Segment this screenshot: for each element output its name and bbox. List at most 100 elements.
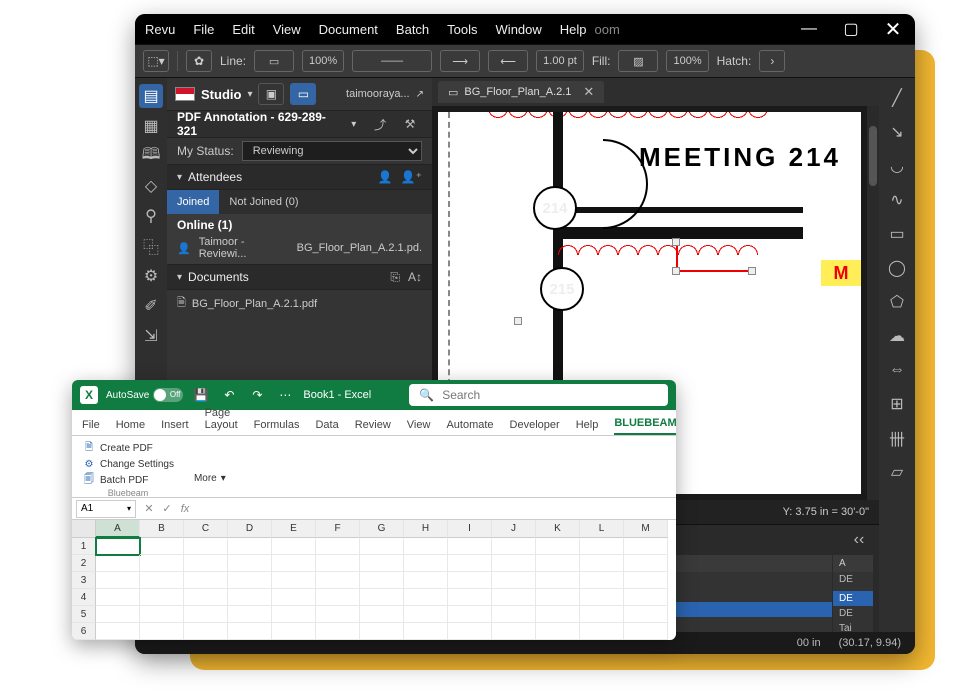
settings-panel-icon[interactable]: ⚙ [139, 264, 163, 288]
cell[interactable] [316, 538, 360, 555]
col-header[interactable]: E [272, 520, 316, 538]
tab-home[interactable]: Home [116, 419, 145, 435]
chevron-down-icon[interactable]: ▾ [127, 504, 131, 513]
cell[interactable] [404, 623, 448, 640]
row-header[interactable]: 4 [72, 589, 96, 606]
cell[interactable] [360, 623, 404, 640]
select-all-corner[interactable] [72, 520, 96, 538]
cell[interactable] [536, 572, 580, 589]
change-settings-button[interactable]: ⚙Change Settings [82, 456, 174, 472]
session-settings-icon[interactable]: ⚒ [398, 112, 422, 136]
col-header[interactable]: M [624, 520, 668, 538]
bookmarks-panel-icon[interactable]: 🕮 [139, 144, 163, 168]
cell[interactable] [360, 606, 404, 623]
studio-panel-icon[interactable]: ▤ [139, 84, 163, 108]
count-tool-icon[interactable]: ⊞ [885, 392, 909, 416]
cell[interactable] [448, 538, 492, 555]
cell[interactable] [492, 572, 536, 589]
col-header[interactable]: J [492, 520, 536, 538]
menu-help[interactable]: Help [560, 22, 587, 37]
cell[interactable] [624, 538, 668, 555]
cell[interactable] [404, 555, 448, 572]
cell[interactable] [228, 623, 272, 640]
arrow-tool-icon[interactable]: ↘ [885, 120, 909, 144]
cell[interactable] [536, 623, 580, 640]
selection-handle[interactable] [672, 267, 680, 275]
cloud-markup-top[interactable] [488, 112, 768, 124]
polygon-tool-icon[interactable]: ⬠ [885, 290, 909, 314]
doc-tab-close-icon[interactable]: ✕ [583, 84, 594, 100]
add-attendee-icon[interactable]: 👤⁺ [401, 170, 422, 184]
tab-automate[interactable]: Automate [446, 419, 493, 435]
minimize-button[interactable]: — [797, 17, 821, 41]
attendee-row[interactable]: 👤 Taimoor - Reviewi... BG_Floor_Plan_A.2… [177, 236, 422, 260]
user-link-icon[interactable]: ↗ [416, 89, 424, 100]
spreadsheet-grid[interactable]: 1 2 3 4 5 6 7 A B C D E F G H I J K L M [72, 520, 676, 640]
cell[interactable] [228, 606, 272, 623]
line-end-start[interactable]: ⟶ [440, 50, 480, 72]
toolbar-scroll-right-icon[interactable]: › [759, 50, 785, 72]
follow-attendee-icon[interactable]: 👤 [378, 170, 393, 184]
cell[interactable] [360, 589, 404, 606]
cell[interactable] [404, 589, 448, 606]
ellipse-tool-icon[interactable]: ◯ [885, 256, 909, 280]
col-header[interactable]: G [360, 520, 404, 538]
search-panel-icon[interactable]: ⚲ [139, 204, 163, 228]
cell[interactable] [580, 538, 624, 555]
cell[interactable] [536, 606, 580, 623]
autosave-toggle[interactable]: AutoSave [106, 388, 183, 402]
cell[interactable] [536, 589, 580, 606]
scale-readout[interactable]: Y: 3.75 in = 30'-0" [783, 506, 869, 518]
cell[interactable] [536, 538, 580, 555]
menu-tools[interactable]: Tools [447, 22, 477, 37]
cell[interactable] [228, 572, 272, 589]
cell[interactable] [404, 538, 448, 555]
sessions-mode-button[interactable]: ▭ [290, 83, 316, 105]
cell[interactable] [316, 589, 360, 606]
save-icon[interactable]: 💾 [191, 385, 211, 405]
measure-panel-icon[interactable]: ✐ [139, 294, 163, 318]
studio-dropdown-icon[interactable]: ▾ [247, 89, 252, 100]
cloud-tool-icon[interactable]: ☁ [885, 324, 909, 348]
col-header[interactable]: H [404, 520, 448, 538]
cell[interactable] [624, 572, 668, 589]
thumbnails-panel-icon[interactable]: ▦ [139, 114, 163, 138]
scrollbar-thumb[interactable] [869, 126, 877, 186]
cell[interactable] [492, 538, 536, 555]
col-header[interactable]: I [448, 520, 492, 538]
cell[interactable] [184, 589, 228, 606]
document-tab[interactable]: ▭ BG_Floor_Plan_A.2.1 ✕ [438, 81, 604, 103]
row-header[interactable]: 3 [72, 572, 96, 589]
markup-author[interactable]: DE [833, 572, 873, 587]
line-end-end[interactable]: ⟵ [488, 50, 528, 72]
cell[interactable] [184, 606, 228, 623]
cell[interactable] [360, 572, 404, 589]
tab-page-layout[interactable]: Page Layout [205, 407, 238, 435]
cell[interactable] [272, 606, 316, 623]
arc-tool-icon[interactable]: ◡ [885, 154, 909, 178]
cell[interactable] [96, 606, 140, 623]
cell[interactable] [184, 572, 228, 589]
document-item[interactable]: 🗎 BG_Floor_Plan_A.2.1.pdf [167, 290, 432, 317]
fill-color-swatch[interactable]: ▨ [618, 50, 658, 72]
cell[interactable] [140, 538, 184, 555]
create-pdf-button[interactable]: 🗎Create PDF [82, 440, 174, 456]
cell[interactable] [316, 555, 360, 572]
tab-insert[interactable]: Insert [161, 419, 189, 435]
cell[interactable] [140, 606, 184, 623]
tab-view[interactable]: View [407, 419, 431, 435]
cell[interactable] [448, 623, 492, 640]
sort-documents-icon[interactable]: A↕ [408, 270, 422, 285]
tab-developer[interactable]: Developer [510, 419, 560, 435]
line-width[interactable]: 1.00 pt [536, 50, 584, 72]
menu-batch[interactable]: Batch [396, 22, 429, 37]
cell-a1[interactable] [96, 538, 140, 555]
sets-panel-icon[interactable]: ⿻ [139, 234, 163, 258]
cell[interactable] [624, 606, 668, 623]
session-dropdown-icon[interactable]: ▾ [351, 119, 356, 130]
cell[interactable] [228, 538, 272, 555]
callout-leader-h[interactable] [676, 270, 756, 272]
cell[interactable] [580, 606, 624, 623]
cell[interactable] [140, 555, 184, 572]
cell[interactable] [580, 623, 624, 640]
